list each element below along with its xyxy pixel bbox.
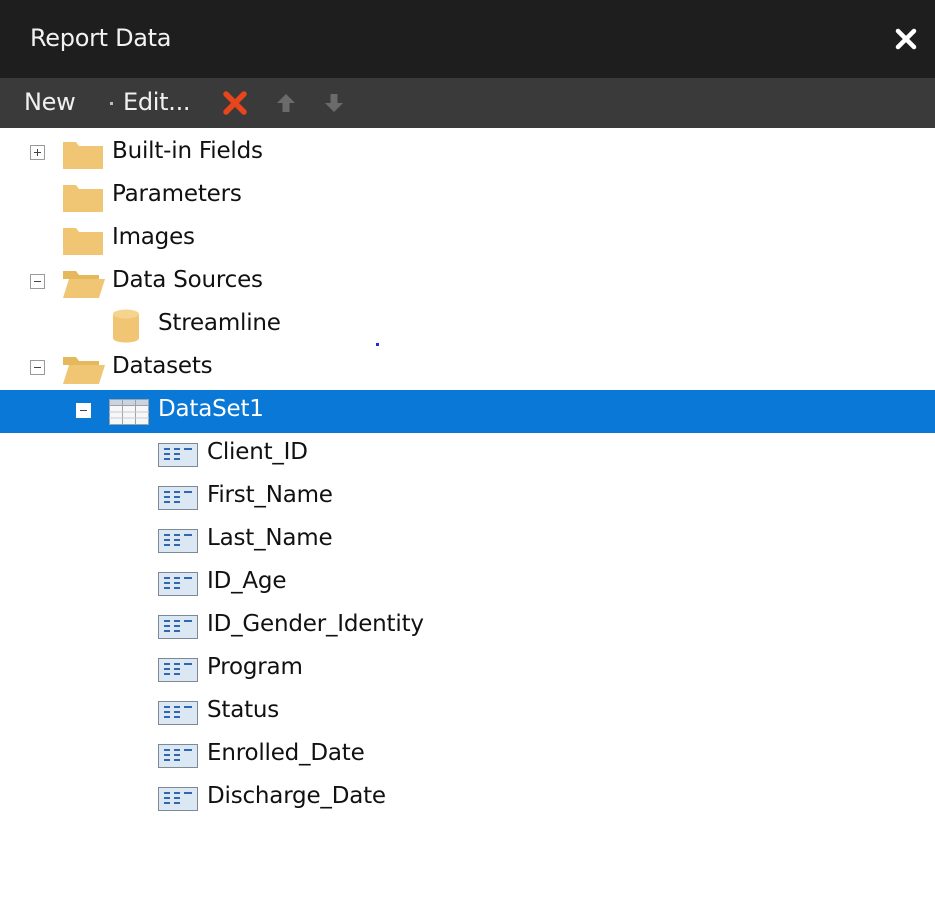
folder-open-icon <box>63 357 105 384</box>
table-icon <box>109 399 149 425</box>
delete-button[interactable] <box>221 89 249 117</box>
tree-item-datasets[interactable]: Datasets <box>0 347 935 390</box>
tree-item-images[interactable]: Images <box>0 218 935 261</box>
tree-item-label: DataSet1 <box>158 396 264 422</box>
field-icon <box>158 615 198 639</box>
expand-icon[interactable] <box>30 145 45 160</box>
folder-open-icon <box>63 271 105 298</box>
field-label: Program <box>207 654 303 680</box>
field-item[interactable]: First_Name <box>0 476 935 519</box>
field-item[interactable]: Last_Name <box>0 519 935 562</box>
close-button[interactable] <box>888 21 924 57</box>
field-item[interactable]: ID_Gender_Identity <box>0 605 935 648</box>
report-data-panel: Report Data New Edit... Built-in Fields … <box>0 0 935 921</box>
field-item[interactable]: Discharge_Date <box>0 777 935 820</box>
folder-icon <box>63 142 103 169</box>
folder-icon <box>63 228 103 255</box>
tree-item-label: Data Sources <box>112 267 263 293</box>
edit-button[interactable]: Edit... <box>123 88 191 116</box>
database-icon <box>113 309 139 343</box>
close-icon <box>895 28 917 50</box>
tree-item-dataset1[interactable]: DataSet1 <box>0 390 935 433</box>
field-icon <box>158 529 198 553</box>
tree-item-label: Datasets <box>112 353 213 379</box>
arrow-up-icon <box>277 94 295 112</box>
tree-item-label: Images <box>112 224 195 250</box>
field-item[interactable]: Status <box>0 691 935 734</box>
panel-title: Report Data <box>30 24 172 52</box>
field-icon <box>158 658 198 682</box>
folder-icon <box>63 185 103 212</box>
field-label: Enrolled_Date <box>207 740 365 766</box>
field-icon <box>158 701 198 725</box>
cursor-dot <box>376 343 379 346</box>
toolbar: New Edit... <box>0 78 935 128</box>
collapse-icon[interactable] <box>76 403 91 418</box>
move-down-button[interactable] <box>322 91 346 115</box>
field-item[interactable]: Client_ID <box>0 433 935 476</box>
tree-item-built-in-fields[interactable]: Built-in Fields <box>0 132 935 175</box>
field-label: Status <box>207 697 280 723</box>
field-item[interactable]: Enrolled_Date <box>0 734 935 777</box>
field-icon <box>158 787 198 811</box>
field-item[interactable]: Program <box>0 648 935 691</box>
tree-item-label: Parameters <box>112 181 242 207</box>
field-label: Last_Name <box>207 525 333 551</box>
collapse-icon[interactable] <box>30 360 45 375</box>
tree-item-label: Built-in Fields <box>112 138 263 164</box>
tree-item-label: Streamline <box>158 310 281 336</box>
field-item[interactable]: ID_Age <box>0 562 935 605</box>
field-label: ID_Age <box>207 568 287 594</box>
tree-item-parameters[interactable]: Parameters <box>0 175 935 218</box>
move-up-button[interactable] <box>274 91 298 115</box>
tree-item-data-sources[interactable]: Data Sources <box>0 261 935 304</box>
toolbar-separator <box>110 102 113 105</box>
field-label: First_Name <box>207 482 333 508</box>
arrow-down-icon <box>325 94 343 112</box>
field-icon <box>158 443 198 467</box>
field-icon <box>158 572 198 596</box>
delete-icon <box>223 91 247 115</box>
title-bar: Report Data <box>0 0 935 78</box>
tree-item-streamline[interactable]: Streamline <box>0 304 935 347</box>
field-label: Client_ID <box>207 439 308 465</box>
collapse-icon[interactable] <box>30 274 45 289</box>
field-label: ID_Gender_Identity <box>207 611 424 637</box>
field-icon <box>158 744 198 768</box>
field-label: Discharge_Date <box>207 783 386 809</box>
field-icon <box>158 486 198 510</box>
new-button[interactable]: New <box>24 88 76 116</box>
